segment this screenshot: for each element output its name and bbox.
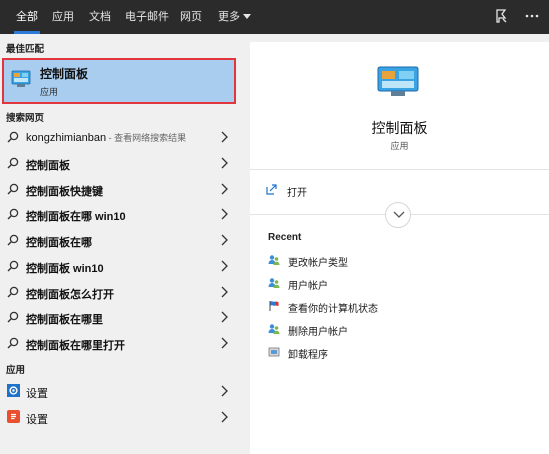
web-result-label: 控制面板怎么打开	[26, 289, 114, 301]
recent-item-label: 用户帐户	[288, 281, 328, 292]
web-result-label: 控制面板在哪 win10	[26, 211, 126, 223]
recent-item-label: 删除用户帐户	[288, 327, 348, 338]
app-result-label: 设置	[26, 414, 48, 426]
search-scope-bar: 全部 应用 文档 电子邮件 网页 更多	[0, 0, 549, 34]
best-match-control-panel[interactable]: 控制面板 应用	[2, 58, 236, 104]
web-result-row[interactable]: kongzhimianban - 查看网络搜索结果	[0, 125, 244, 151]
control-panel-icon	[11, 70, 31, 87]
search-icon	[7, 311, 19, 323]
web-result-label: 控制面板	[26, 160, 70, 172]
tab-web[interactable]: 网页	[180, 0, 202, 34]
web-search-heading: 搜索网页	[6, 113, 45, 124]
more-options-icon[interactable]	[524, 8, 540, 24]
control-panel-icon	[377, 66, 419, 96]
best-match-heading: 最佳匹配	[6, 44, 45, 55]
chevron-right-icon[interactable]	[220, 385, 228, 397]
tab-documents[interactable]: 文档	[89, 0, 111, 34]
feedback-icon[interactable]	[494, 8, 510, 24]
chevron-right-icon[interactable]	[220, 234, 228, 246]
settings-gear-icon	[7, 384, 20, 397]
divider	[250, 169, 549, 170]
detail-pane: 控制面板 应用 打开 Recent 更改帐户类型 用户帐户 查看你的计算机状态 …	[250, 42, 549, 454]
web-result-label: kongzhimianban - 查看网络搜索结果	[26, 131, 186, 144]
chevron-right-icon[interactable]	[220, 286, 228, 298]
recent-item-label: 查看你的计算机状态	[288, 304, 378, 315]
app-result-settings[interactable]: 设置	[0, 379, 244, 405]
web-result-query: kongzhimianban	[26, 132, 107, 144]
chevron-right-icon[interactable]	[220, 337, 228, 349]
chevron-down-icon	[393, 211, 405, 218]
recent-item-label: 更改帐户类型	[288, 258, 348, 269]
expand-button[interactable]	[385, 202, 411, 228]
web-result-hint: - 查看网络搜索结果	[106, 133, 187, 143]
chevron-right-icon[interactable]	[220, 131, 228, 143]
search-icon	[7, 157, 19, 169]
web-result-row[interactable]: 控制面板在哪里打开	[0, 331, 244, 357]
programs-icon	[268, 347, 280, 357]
tab-apps[interactable]: 应用	[52, 0, 74, 34]
web-result-row[interactable]: 控制面板在哪里	[0, 305, 244, 331]
search-icon	[7, 208, 19, 220]
open-icon	[266, 184, 277, 195]
app-result-settings[interactable]: 设置	[0, 405, 244, 431]
web-result-row[interactable]: 控制面板怎么打开	[0, 280, 244, 306]
chevron-right-icon[interactable]	[220, 208, 228, 220]
app-store-icon	[7, 410, 20, 423]
chevron-right-icon[interactable]	[220, 183, 228, 195]
search-icon	[7, 234, 19, 246]
users-icon	[268, 278, 280, 288]
tab-email[interactable]: 电子邮件	[125, 0, 169, 34]
web-result-label: 控制面板在哪里打开	[26, 340, 125, 352]
search-icon	[7, 260, 19, 272]
chevron-right-icon[interactable]	[220, 411, 228, 423]
web-result-label: 控制面板在哪	[26, 237, 92, 249]
recent-heading: Recent	[268, 232, 302, 243]
recent-item-label: 卸载程序	[288, 350, 328, 361]
best-match-subtitle: 应用	[40, 87, 59, 97]
chevron-right-icon[interactable]	[220, 311, 228, 323]
app-result-label: 设置	[26, 388, 48, 400]
search-icon	[7, 131, 19, 143]
web-result-label: 控制面板快捷键	[26, 186, 103, 198]
web-result-label: 控制面板 win10	[26, 263, 104, 275]
web-result-row[interactable]: 控制面板在哪 win10	[0, 202, 244, 228]
web-result-row[interactable]: 控制面板在哪	[0, 228, 244, 254]
chevron-right-icon[interactable]	[220, 157, 228, 169]
chevron-right-icon[interactable]	[220, 260, 228, 272]
tab-all[interactable]: 全部	[14, 0, 40, 34]
flag-icon	[269, 301, 279, 311]
search-icon	[7, 183, 19, 195]
web-result-row[interactable]: 控制面板快捷键	[0, 177, 244, 203]
web-result-row[interactable]: 控制面板 win10	[0, 254, 244, 280]
detail-subtitle: 应用	[390, 141, 409, 151]
search-icon	[7, 286, 19, 298]
chevron-down-icon	[243, 14, 251, 19]
detail-title: 控制面板	[371, 120, 428, 136]
search-icon	[7, 337, 19, 349]
web-result-label: 控制面板在哪里	[26, 314, 103, 326]
search-results-pane: 最佳匹配 控制面板 应用 搜索网页 kongzhimianban - 查看网络搜…	[0, 34, 244, 454]
best-match-title: 控制面板	[40, 67, 89, 81]
web-result-row[interactable]: 控制面板	[0, 151, 244, 177]
users-icon	[268, 255, 280, 265]
tab-more-label: 更多	[218, 11, 240, 23]
tab-more[interactable]: 更多	[218, 0, 251, 34]
open-label: 打开	[287, 188, 307, 199]
users-icon	[268, 324, 280, 334]
apps-heading: 应用	[6, 365, 26, 376]
